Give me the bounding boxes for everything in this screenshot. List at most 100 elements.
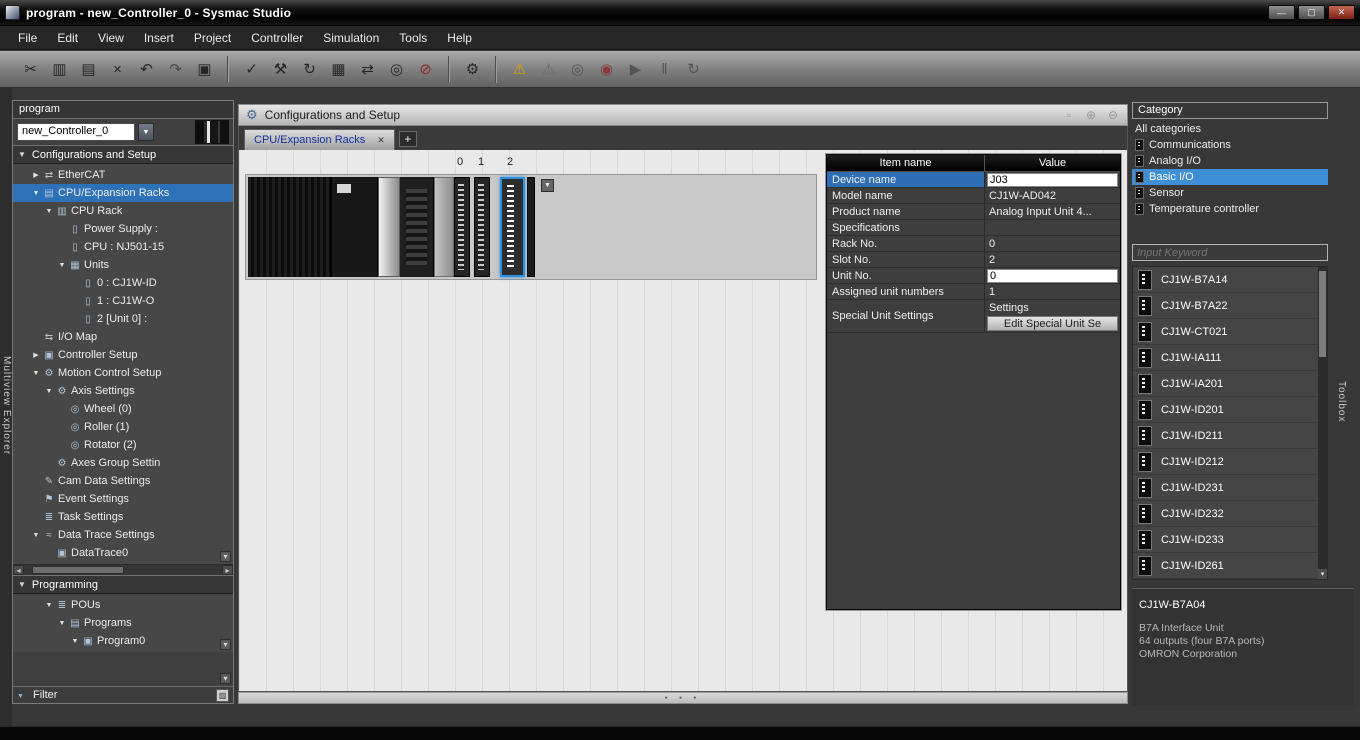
check-program-button[interactable]: ✓: [238, 56, 265, 83]
undo-button[interactable]: ↶: [133, 56, 160, 83]
configurations-section-header[interactable]: Configurations and Setup: [13, 145, 233, 164]
property-label-assigned-unit-numbers[interactable]: Assigned unit numbers: [827, 284, 985, 299]
category-all-categories[interactable]: All categories: [1132, 121, 1328, 137]
menu-item-help[interactable]: Help: [437, 28, 482, 48]
run-button[interactable]: ▶: [622, 56, 649, 83]
cpu-unit[interactable]: [332, 177, 378, 277]
scrollbar-thumb[interactable]: [32, 566, 124, 574]
menu-item-project[interactable]: Project: [184, 28, 241, 48]
tree-item-i-o-map[interactable]: ⇆I/O Map: [13, 328, 233, 346]
menu-item-tools[interactable]: Tools: [389, 28, 437, 48]
collapse-icon[interactable]: ▼: [43, 388, 55, 395]
unit-item-cj1w-id232[interactable]: CJ1W-ID232: [1133, 501, 1318, 527]
redo-button[interactable]: ↷: [162, 56, 189, 83]
maximize-button[interactable]: ▢: [1298, 5, 1325, 20]
tree-item-programs[interactable]: ▼▤Programs: [13, 614, 233, 632]
selection-tool-icon[interactable]: [1062, 108, 1076, 122]
end-cover[interactable]: [434, 177, 454, 277]
search-button[interactable]: ◎: [383, 56, 410, 83]
tree-item-roller-1[interactable]: ◎Roller (1): [13, 418, 233, 436]
collapse-icon[interactable]: ▼: [69, 638, 81, 645]
tree-item-cam-data-settings[interactable]: ✎Cam Data Settings: [13, 472, 233, 490]
tree-item-program0[interactable]: ▼▣Program0: [13, 632, 233, 650]
tab-cpu-expansion-racks[interactable]: CPU/Expansion Racks: [244, 129, 395, 150]
property-label-model-name[interactable]: Model name: [827, 188, 985, 203]
unit-item-cj1w-id212[interactable]: CJ1W-ID212: [1133, 449, 1318, 475]
collapse-icon[interactable]: ▼: [56, 620, 68, 627]
property-label-rack-no[interactable]: Rack No.: [827, 236, 985, 251]
category-communications[interactable]: Communications: [1132, 137, 1328, 153]
property-label-special-unit-settings[interactable]: Special Unit Settings: [827, 300, 985, 332]
category-analog-i-o[interactable]: Analog I/O: [1132, 153, 1328, 169]
keyword-search-input[interactable]: [1132, 244, 1328, 261]
tree-item-pous[interactable]: ▼≣POUs: [13, 596, 233, 614]
power-supply-unit[interactable]: [248, 177, 332, 277]
tree-scroll-down-button[interactable]: [220, 639, 231, 650]
unit-item-cj1w-b7a22[interactable]: CJ1W-B7A22: [1133, 293, 1318, 319]
zoom-in-icon[interactable]: [1084, 108, 1098, 122]
build-button[interactable]: ⚒: [267, 56, 294, 83]
rack-dropdown-button[interactable]: [541, 179, 554, 192]
abort-button[interactable]: ⊘: [412, 56, 439, 83]
clear-warning-button[interactable]: ⚠: [535, 56, 562, 83]
scrollbar-thumb[interactable]: [1319, 271, 1326, 357]
tree-item-controller-setup[interactable]: ▶▣Controller Setup: [13, 346, 233, 364]
scroll-right-icon[interactable]: [222, 565, 233, 575]
property-input-unit-no[interactable]: [987, 269, 1118, 283]
unit-slot-0[interactable]: [454, 177, 470, 277]
menu-item-file[interactable]: File: [8, 28, 47, 48]
tree-item-data-trace-settings[interactable]: ▼≈Data Trace Settings: [13, 526, 233, 544]
property-label-device-name[interactable]: Device name: [827, 172, 985, 187]
tree-item-cpu-rack[interactable]: ▼▥CPU Rack: [13, 202, 233, 220]
close-button[interactable]: ✕: [1328, 5, 1355, 20]
tab-close-icon[interactable]: [377, 135, 385, 146]
tree-item-wheel-0[interactable]: ◎Wheel (0): [13, 400, 233, 418]
unit-item-cj1w-ia201[interactable]: CJ1W-IA201: [1133, 371, 1318, 397]
pause-button[interactable]: ‖: [651, 56, 678, 83]
category-temperature-controller[interactable]: Temperature controller: [1132, 201, 1328, 217]
tree-item-axes-group-settin[interactable]: ⚙Axes Group Settin: [13, 454, 233, 472]
collapse-icon[interactable]: ▼: [43, 208, 55, 215]
memory-card-unit[interactable]: [378, 177, 400, 277]
paste-button[interactable]: ▤: [75, 56, 102, 83]
unit-item-cj1w-ia111[interactable]: CJ1W-IA111: [1133, 345, 1318, 371]
controller-dropdown[interactable]: new_Controller_0: [17, 123, 135, 141]
io-control-unit[interactable]: [400, 177, 434, 277]
tree-item-2-unit-0[interactable]: ▯2 [Unit 0] :: [13, 310, 233, 328]
unit-slot-1[interactable]: [474, 177, 490, 277]
tree-item-ethercat[interactable]: ▶⇄EtherCAT: [13, 166, 233, 184]
filter-settings-button[interactable]: [216, 689, 229, 702]
tree-item-axis-settings[interactable]: ▼⚙Axis Settings: [13, 382, 233, 400]
add-tab-button[interactable]: +: [399, 131, 417, 147]
property-label-unit-no[interactable]: Unit No.: [827, 268, 985, 283]
expand-icon[interactable]: ▶: [30, 351, 42, 359]
monitor-button[interactable]: ◎: [564, 56, 591, 83]
collapse-icon[interactable]: ▼: [30, 190, 42, 197]
tree-item-1-cj1w-o[interactable]: ▯1 : CJ1W-O: [13, 292, 233, 310]
wrench-tool-button[interactable]: ⚙: [459, 56, 486, 83]
unit-item-cj1w-id231[interactable]: CJ1W-ID231: [1133, 475, 1318, 501]
property-label-product-name[interactable]: Product name: [827, 204, 985, 219]
cut-button[interactable]: ✂: [17, 56, 44, 83]
tree-item-units[interactable]: ▼▦Units: [13, 256, 233, 274]
tree-scroll-down-button[interactable]: [220, 551, 231, 562]
horizontal-splitter[interactable]: [238, 692, 1128, 704]
property-input-device-name[interactable]: [987, 173, 1118, 187]
tree-item-0-cj1w-id[interactable]: ▯0 : CJ1W-ID: [13, 274, 233, 292]
menu-item-simulation[interactable]: Simulation: [313, 28, 389, 48]
property-label-specifications[interactable]: Specifications: [827, 220, 985, 235]
unit-list-scrollbar[interactable]: [1318, 267, 1327, 579]
copy-button[interactable]: ▥: [46, 56, 73, 83]
tree-item-power-supply[interactable]: ▯Power Supply :: [13, 220, 233, 238]
tree-item-task-settings[interactable]: ≣Task Settings: [13, 508, 233, 526]
menu-item-controller[interactable]: Controller: [241, 28, 313, 48]
variable-table-button[interactable]: ▦: [325, 56, 352, 83]
select-button[interactable]: ▣: [191, 56, 218, 83]
filter-bar[interactable]: Filter: [13, 686, 233, 703]
programming-section-header[interactable]: Programming: [13, 575, 233, 594]
menu-item-view[interactable]: View: [88, 28, 134, 48]
edit-special-unit-settings-button[interactable]: Edit Special Unit Se: [987, 316, 1118, 331]
toolbox-tab[interactable]: Toolbox: [1336, 381, 1347, 422]
minimize-button[interactable]: —: [1268, 5, 1295, 20]
multiview-explorer-tab[interactable]: Multiview Explorer: [1, 356, 12, 455]
